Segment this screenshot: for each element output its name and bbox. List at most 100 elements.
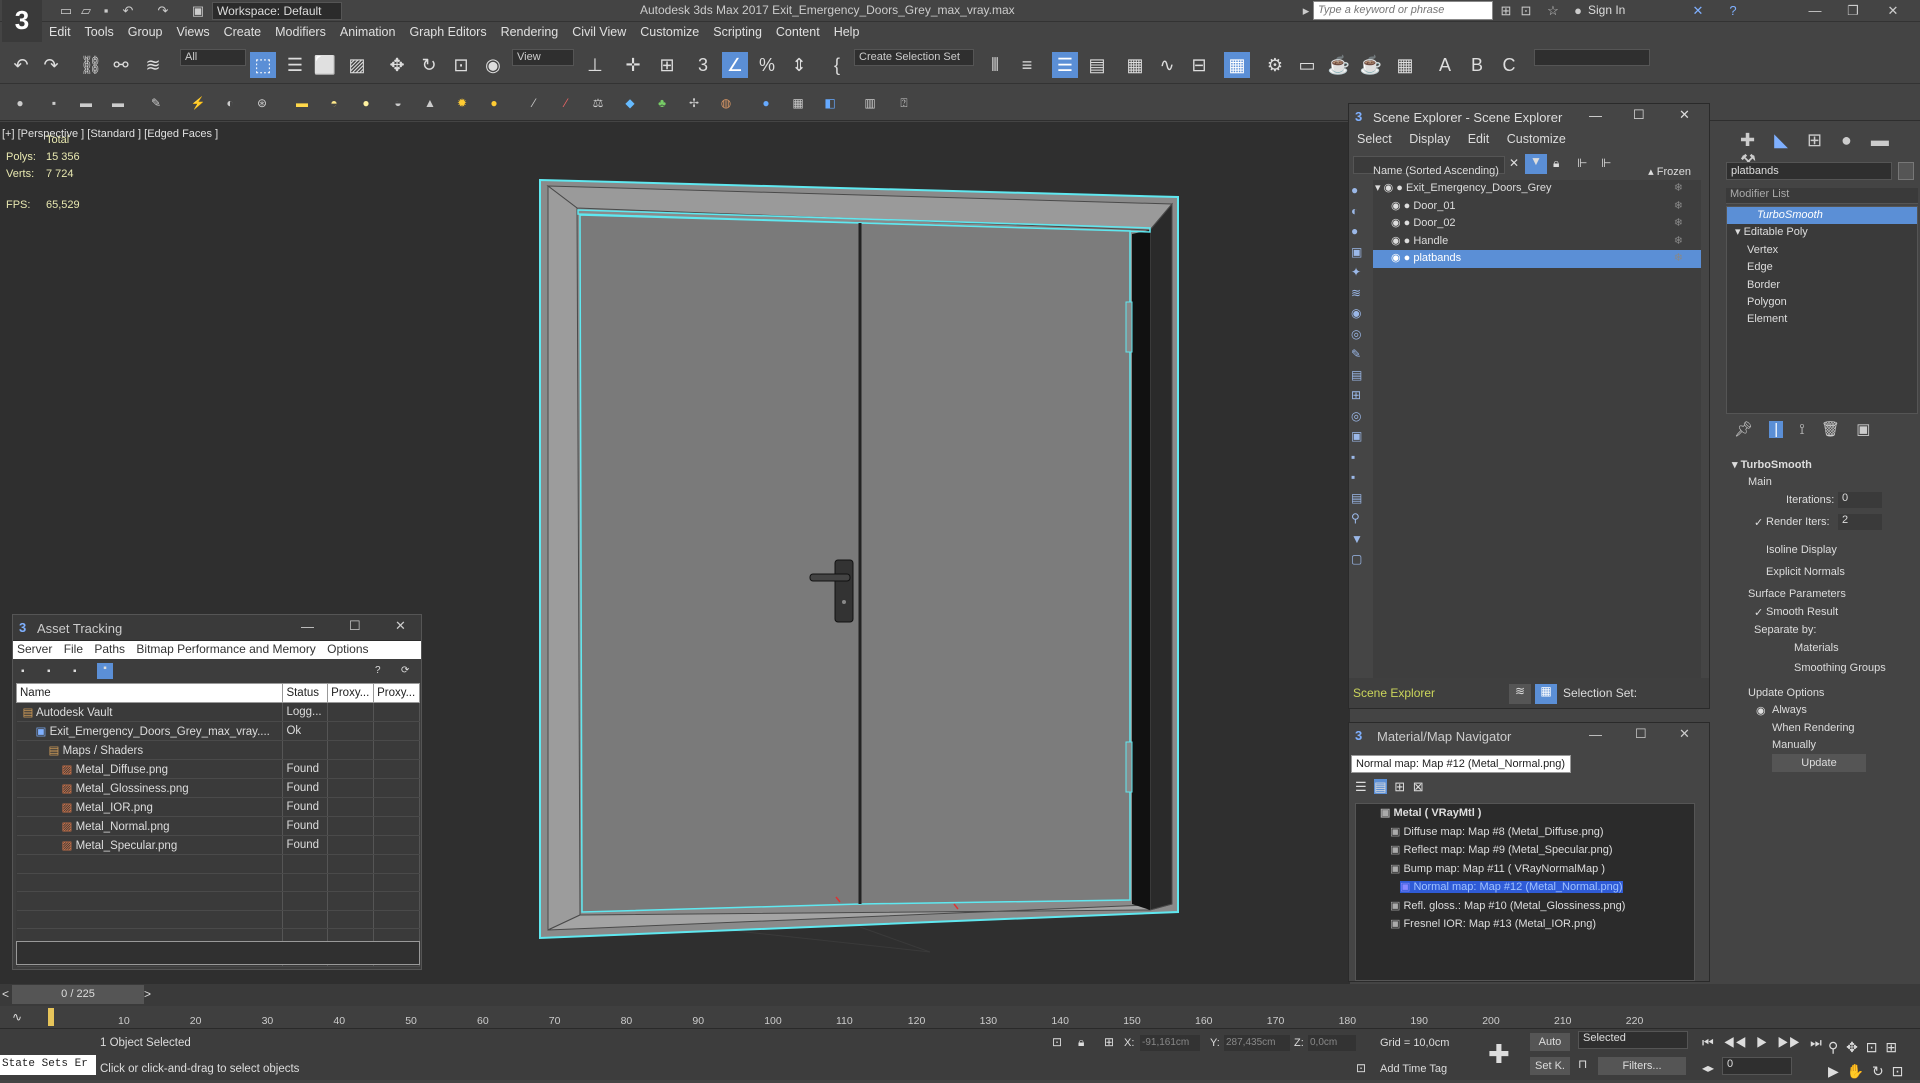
sign-in-link[interactable]: Sign In	[1588, 3, 1625, 17]
minimize-icon[interactable]: —	[301, 619, 314, 634]
menu-rendering[interactable]: Rendering	[494, 22, 566, 42]
smoothing-groups-checkbox[interactable]: Smoothing Groups	[1794, 662, 1886, 674]
modifier-stack-item[interactable]: ▾ Editable Poly	[1727, 224, 1917, 241]
material-path-field[interactable]: Normal map: Map #12 (Metal_Normal.png)	[1351, 755, 1571, 773]
material-tree-item[interactable]: ▣ Bump map: Map #11 ( VRayNormalMap )	[1356, 860, 1694, 879]
turbosmooth-rollout-title[interactable]: ▾ TurboSmooth	[1732, 458, 1812, 471]
percent-snap-icon[interactable]: %	[754, 52, 780, 78]
sun-icon[interactable]: ●	[486, 95, 502, 111]
current-frame-field[interactable]: 0	[1722, 1057, 1792, 1075]
menu-scripting[interactable]: Scripting	[706, 22, 769, 42]
light-icon[interactable]: ●	[358, 95, 374, 111]
tool-icon[interactable]: ▥	[862, 95, 878, 111]
maximize-icon[interactable]: ☐	[349, 618, 361, 634]
project-icon[interactable]: ▣	[190, 3, 206, 19]
key-mode-toggle-icon[interactable]: ◂▸	[1702, 1061, 1714, 1075]
object-color-swatch[interactable]	[1898, 162, 1914, 180]
iterations-spinner[interactable]: 0	[1838, 492, 1882, 508]
close-icon[interactable]: ✕	[1878, 2, 1908, 20]
col-frozen[interactable]: ▴ Frozen	[1648, 165, 1691, 178]
col-status[interactable]: Status	[282, 683, 329, 703]
table-row[interactable]: ▨ Metal_Normal.png Found	[16, 816, 420, 836]
material-tree-item[interactable]: ▣ Diffuse map: Map #8 (Metal_Diffuse.png…	[1356, 823, 1694, 842]
undo-icon[interactable]: ↶	[8, 52, 34, 78]
link-icon[interactable]: ⛓	[78, 52, 104, 78]
light-icon[interactable]: ◓	[326, 95, 342, 111]
when-rendering-radio[interactable]: When Rendering	[1772, 722, 1855, 734]
col-proxy-1[interactable]: Proxy...	[327, 683, 375, 703]
table-row[interactable]: ▨ Metal_IOR.png Found	[16, 797, 420, 817]
maximize-icon[interactable]: ☐	[1635, 726, 1647, 742]
search-input[interactable]: Type a keyword or phrase	[1313, 1, 1493, 20]
rotate-icon[interactable]: ↻	[416, 52, 442, 78]
asset-path-field[interactable]	[16, 941, 420, 965]
modifier-stack-item[interactable]: Element	[1727, 311, 1917, 328]
edit-named-selection-icon[interactable]: {	[824, 52, 850, 78]
scene-item[interactable]: ▾ ◉ ● Exit_Emergency_Doors_Grey ❄	[1373, 180, 1701, 198]
tool-icon[interactable]: ⚖	[590, 95, 606, 111]
scene-explorer-label[interactable]: Scene Explorer	[1353, 686, 1435, 700]
scene-explorer-title-bar[interactable]: 3 Scene Explorer - Scene Explorer — ☐ ✕	[1349, 104, 1709, 130]
visibility-icon[interactable]: ◉ ●	[1373, 252, 1413, 264]
layers-icon[interactable]: ≋	[1509, 684, 1531, 704]
time-slider-thumb[interactable]: 0 / 225	[12, 985, 144, 1004]
asset-tracking-title-bar[interactable]: 3 Asset Tracking — ☐ ✕	[13, 615, 421, 641]
z-coordinate-field[interactable]: 0,0cm	[1308, 1035, 1356, 1051]
tool-icon[interactable]: ⊛	[254, 95, 270, 111]
reference-coord-dropdown[interactable]: View	[512, 49, 574, 66]
tool-icon[interactable]: ◧	[822, 95, 838, 111]
menu-modifiers[interactable]: Modifiers	[268, 22, 333, 42]
table-row[interactable]: ▤ Maps / Shaders	[16, 740, 420, 760]
open-file-icon[interactable]: ▱	[78, 3, 94, 19]
tool-icon[interactable]: ✢	[686, 95, 702, 111]
menu-civil-view[interactable]: Civil View	[565, 22, 633, 42]
col-proxy-2[interactable]: Proxy...	[373, 683, 420, 703]
curve-editor-icon[interactable]: ∿	[1154, 52, 1180, 78]
list-view-icon[interactable]: ▪	[47, 666, 51, 677]
menu-paths[interactable]: Paths	[94, 642, 125, 656]
tool-icon[interactable]: ▦	[790, 95, 806, 111]
isolate-icon[interactable]: ⊡	[1052, 1035, 1062, 1049]
track-bar[interactable]: ∿ 10 20 30 40 50 60 70 80 90 100 110 120 130 140 150 16…	[0, 1006, 1920, 1028]
set-key-button[interactable]: Set K.	[1530, 1057, 1570, 1075]
add-key-icon[interactable]: ✚	[1488, 1039, 1510, 1070]
close-icon[interactable]: ✕	[1679, 726, 1690, 742]
subscription-icon[interactable]: ⊡	[1518, 3, 1534, 19]
select-object-icon[interactable]: ⬚	[250, 52, 276, 78]
table-row[interactable]: ▨ Metal_Specular.png Found	[16, 835, 420, 855]
visibility-icon[interactable]: ▾ ◉ ●	[1373, 182, 1406, 194]
tree-view-icon[interactable]: ▪	[21, 666, 25, 677]
col-name[interactable]: Name (Sorted Ascending)	[1373, 165, 1499, 177]
key-filters-button[interactable]: Filters...	[1598, 1057, 1686, 1075]
material-navigator-title-bar[interactable]: 3 Material/Map Navigator — ☐ ✕	[1349, 723, 1709, 749]
align-icon[interactable]: ≡	[1014, 52, 1040, 78]
absolute-mode-icon[interactable]: ⊞	[1104, 1035, 1114, 1049]
modifier-stack-item[interactable]: Edge	[1727, 259, 1917, 276]
help-icon[interactable]: ?	[1725, 3, 1741, 19]
visibility-icon[interactable]: ◉ ●	[1373, 217, 1413, 229]
key-filter-dropdown[interactable]: Selected	[1578, 1031, 1688, 1049]
menu-views[interactable]: Views	[169, 22, 216, 42]
display-filter-icons[interactable]: ● ◐ ● ▣ ✦ ≋ ◉ ◎ ✎ ▤ ⊞ ◎ ▣ ▪ ▪ ▤ ⚲ ▼ ▢	[1351, 180, 1369, 570]
explicit-normals-checkbox[interactable]: Explicit Normals	[1766, 566, 1845, 578]
isoline-display-checkbox[interactable]: Isoline Display	[1766, 544, 1837, 556]
light-icon[interactable]: ◒	[390, 95, 406, 111]
table-row[interactable]: ▤ Autodesk Vault Logg...	[16, 702, 420, 722]
key-mode-icon[interactable]: ⊓	[1578, 1057, 1587, 1071]
help-icon[interactable]: ⍰	[896, 95, 912, 111]
text-c-icon[interactable]: C	[1496, 52, 1522, 78]
menu-bitmap-performance[interactable]: Bitmap Performance and Memory	[136, 642, 315, 656]
material-tree-item[interactable]: ▣ Refl. gloss.: Map #10 (Metal_Glossines…	[1356, 897, 1694, 916]
tool-icon[interactable]: ◆	[622, 95, 638, 111]
freeze-icon[interactable]: ❄	[1674, 233, 1683, 250]
light-icon[interactable]: ▲	[422, 95, 438, 111]
redo-icon[interactable]: ↷	[38, 52, 64, 78]
freeze-icon[interactable]: ❄	[1674, 180, 1683, 197]
radio-selected-icon[interactable]: ◉	[1756, 704, 1766, 717]
tool-icon[interactable]: ◍	[718, 95, 734, 111]
freeze-icon[interactable]: ❄	[1674, 250, 1683, 267]
mirror-icon[interactable]: ⫴	[982, 52, 1008, 78]
col-name[interactable]: Name	[15, 683, 284, 703]
render-setup-icon[interactable]: ⚙	[1262, 52, 1288, 78]
x-coordinate-field[interactable]: -91,161cm	[1140, 1035, 1200, 1051]
